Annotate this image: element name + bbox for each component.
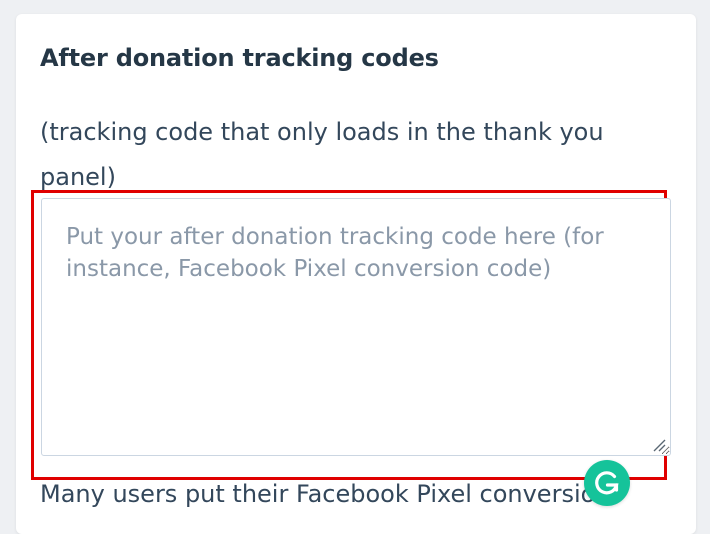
grammarly-button[interactable] [584,460,630,506]
section-title: After donation tracking codes [40,44,439,72]
help-text: (tracking code that only loads in the th… [40,118,604,191]
footer-text: Many users put their Facebook Pixel conv… [40,480,611,508]
grammarly-icon [595,471,619,495]
tracking-code-textarea[interactable] [41,198,671,456]
resize-grip-icon[interactable] [652,438,666,452]
